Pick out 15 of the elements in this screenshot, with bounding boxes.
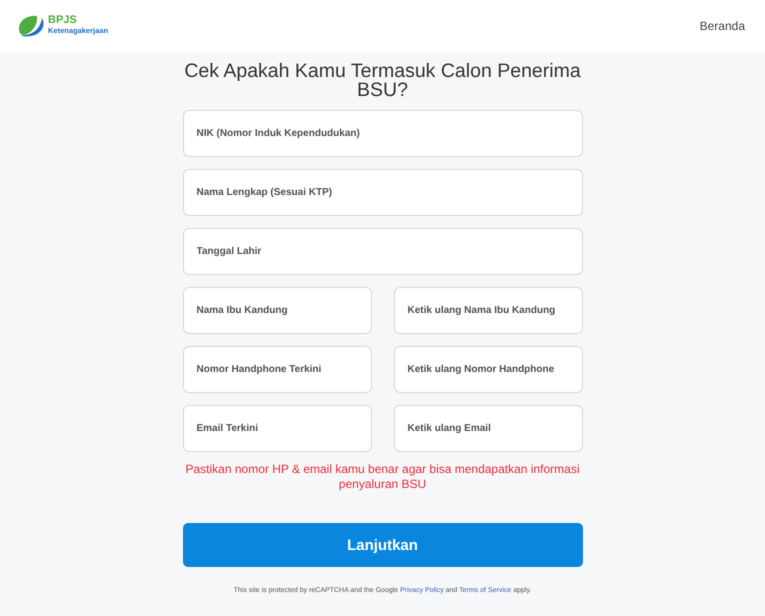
input-field[interactable]: Email Terkini (182, 405, 372, 452)
input-field[interactable]: Nama Ibu Kandung (182, 287, 372, 334)
input-field[interactable]: Ketik ulang Email (394, 405, 582, 452)
input-field[interactable]: NIK (Nomor Induk Kependudukan) (182, 110, 582, 157)
warning-note: Pastikan nomor HP & email kamu benar agar bisa mendapatkan informasi penyaluran BSU (184, 462, 580, 492)
leaf-logo-icon (18, 13, 46, 37)
input-field[interactable]: Ketik ulang Nomor Handphone (394, 346, 582, 393)
input-field[interactable]: Nama Lengkap (Sesuai KTP) (182, 169, 582, 216)
brand-name: BPJS (48, 15, 78, 26)
input-field[interactable]: Ketik ulang Nama Ibu Kandung (394, 287, 582, 334)
continue-button[interactable]: Lanjutkan (182, 523, 582, 567)
page-title: Cek Apakah Kamu Termasuk Calon Penerima BSU? (183, 62, 582, 100)
home-link[interactable]: Beranda (700, 19, 745, 33)
input-field[interactable]: Nomor Handphone Terkini (182, 346, 372, 393)
input-field[interactable]: Tanggal Lahir (182, 228, 582, 275)
